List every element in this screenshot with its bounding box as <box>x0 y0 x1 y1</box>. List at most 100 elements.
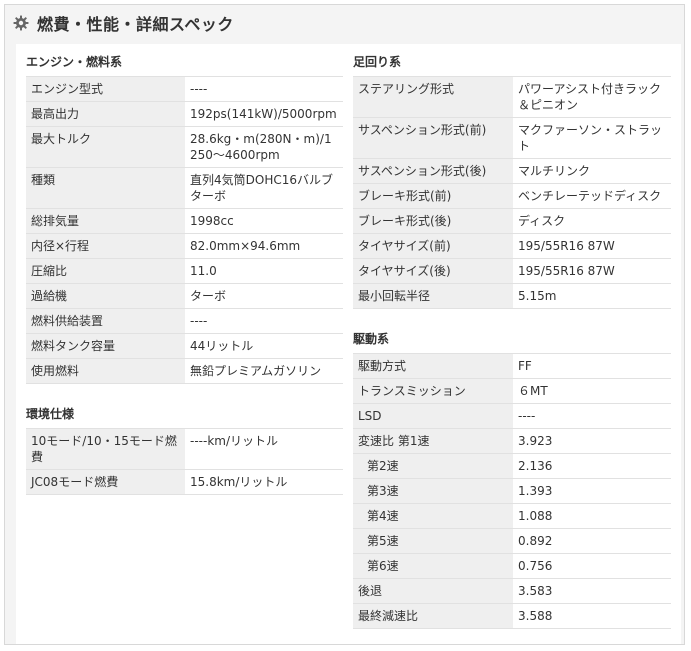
section-title-environment: 環境仕様 <box>26 407 75 421</box>
spec-frame: 燃費・性能・詳細スペック エンジン・燃料系 エンジン型式 ---- 最高出力 192p… <box>4 4 685 645</box>
spec-row: 後退 3.583 <box>353 578 671 604</box>
section-title-engine: エンジン・燃料系 <box>26 55 123 69</box>
spec-row: タイヤサイズ(後) 195/55R16 87W <box>353 258 671 284</box>
spec-value: 1.393 <box>513 478 671 504</box>
spec-panel: エンジン・燃料系 エンジン型式 ---- 最高出力 192ps(141kW)/5000… <box>16 44 681 644</box>
spec-value: 3.923 <box>513 428 671 454</box>
spec-row: サスペンション形式(前) マクファーソン・ストラット <box>353 117 671 159</box>
spec-row: ブレーキ形式(前) ベンチレーテッドディスク <box>353 183 671 209</box>
spec-row: 燃料供給装置 ---- <box>26 308 343 334</box>
spec-label: LSD <box>353 403 513 429</box>
spec-row: 10モード/10・15モード燃費 ----km/リットル <box>26 428 343 470</box>
drivetrain-table: 駆動方式 FF トランスミッション ６MT LSD ---- 変速比 第1速 3.923 第2速… <box>353 353 671 629</box>
spec-value: ---- <box>513 403 671 429</box>
spec-row: 使用燃料 無鉛プレミアムガソリン <box>26 358 343 384</box>
spec-row: 過給機 ターボ <box>26 283 343 309</box>
spec-row: ステアリング形式 パワーアシスト付きラック＆ピニオン <box>353 76 671 118</box>
spec-row: 第6速 0.756 <box>353 553 671 579</box>
spec-value: FF <box>513 353 671 379</box>
spec-label: 変速比 第1速 <box>353 428 513 454</box>
spec-label: 内径×行程 <box>26 233 185 259</box>
right-column: 足回り系 ステアリング形式 パワーアシスト付きラック＆ピニオン サスペンション形式(… <box>353 44 671 629</box>
spec-label: 過給機 <box>26 283 185 309</box>
spec-label: 第3速 <box>353 478 513 504</box>
section-title-suspension: 足回り系 <box>353 55 402 69</box>
spec-value: ---- <box>185 76 343 102</box>
spec-label: 駆動方式 <box>353 353 513 379</box>
spec-value: 15.8km/リットル <box>185 469 343 495</box>
spec-label: 圧縮比 <box>26 258 185 284</box>
spec-row: JC08モード燃費 15.8km/リットル <box>26 469 343 495</box>
spec-value: 無鉛プレミアムガソリン <box>185 358 343 384</box>
spec-label: 燃料タンク容量 <box>26 333 185 359</box>
spec-label: 最高出力 <box>26 101 185 127</box>
spec-label: 最終減速比 <box>353 603 513 629</box>
environment-table: 10モード/10・15モード燃費 ----km/リットル JC08モード燃費 15.8… <box>26 428 343 495</box>
header: 燃費・性能・詳細スペック <box>5 5 684 41</box>
spec-label: 第4速 <box>353 503 513 529</box>
spec-row: 総排気量 1998cc <box>26 208 343 234</box>
spec-label: ステアリング形式 <box>353 76 513 118</box>
spec-label: トランスミッション <box>353 378 513 404</box>
spec-row: 燃料タンク容量 44リットル <box>26 333 343 359</box>
spec-row: サスペンション形式(後) マルチリンク <box>353 158 671 184</box>
spec-label: JC08モード燃費 <box>26 469 185 495</box>
left-column: エンジン・燃料系 エンジン型式 ---- 最高出力 192ps(141kW)/5000… <box>26 44 343 495</box>
spec-label: 最小回転半径 <box>353 283 513 309</box>
spec-row: 第5速 0.892 <box>353 528 671 554</box>
spec-row: ブレーキ形式(後) ディスク <box>353 208 671 234</box>
spec-row: 変速比 第1速 3.923 <box>353 428 671 454</box>
spec-value: 5.15m <box>513 283 671 309</box>
spec-value: 44リットル <box>185 333 343 359</box>
spec-row: 内径×行程 82.0mm×94.6mm <box>26 233 343 259</box>
spec-value: パワーアシスト付きラック＆ピニオン <box>513 76 671 118</box>
spec-value: ディスク <box>513 208 671 234</box>
spec-label: サスペンション形式(後) <box>353 158 513 184</box>
spec-label: タイヤサイズ(後) <box>353 258 513 284</box>
spec-value: ６MT <box>513 378 671 404</box>
spec-value: ベンチレーテッドディスク <box>513 183 671 209</box>
spec-label: 使用燃料 <box>26 358 185 384</box>
spec-label: 最大トルク <box>26 126 185 168</box>
spec-row: 第2速 2.136 <box>353 453 671 479</box>
spec-row: エンジン型式 ---- <box>26 76 343 102</box>
spec-value: ---- <box>185 308 343 334</box>
spec-value: 0.756 <box>513 553 671 579</box>
spec-row: 圧縮比 11.0 <box>26 258 343 284</box>
spec-value: 1998cc <box>185 208 343 234</box>
spec-value: 195/55R16 87W <box>513 258 671 284</box>
spec-label: 10モード/10・15モード燃費 <box>26 428 185 470</box>
spec-row: 最終減速比 3.588 <box>353 603 671 629</box>
gear-icon <box>13 15 29 31</box>
spec-value: 3.583 <box>513 578 671 604</box>
spec-label: 第6速 <box>353 553 513 579</box>
spec-value: 82.0mm×94.6mm <box>185 233 343 259</box>
spec-row: 種類 直列4気筒DOHC16バルブターボ <box>26 167 343 209</box>
spec-label: エンジン型式 <box>26 76 185 102</box>
spec-label: 第2速 <box>353 453 513 479</box>
spec-label: 第5速 <box>353 528 513 554</box>
spec-value: 11.0 <box>185 258 343 284</box>
spec-label: ブレーキ形式(前) <box>353 183 513 209</box>
spec-row: 最高出力 192ps(141kW)/5000rpm <box>26 101 343 127</box>
spec-row: タイヤサイズ(前) 195/55R16 87W <box>353 233 671 259</box>
spec-label: ブレーキ形式(後) <box>353 208 513 234</box>
section-title-drivetrain: 駆動系 <box>353 332 390 346</box>
spec-value: 1.088 <box>513 503 671 529</box>
spec-row: 第4速 1.088 <box>353 503 671 529</box>
spec-label: 後退 <box>353 578 513 604</box>
engine-table: エンジン型式 ---- 最高出力 192ps(141kW)/5000rpm 最大トルク 2… <box>26 76 343 384</box>
spec-value: ターボ <box>185 283 343 309</box>
spec-value: 3.588 <box>513 603 671 629</box>
suspension-table: ステアリング形式 パワーアシスト付きラック＆ピニオン サスペンション形式(前) マクフ… <box>353 76 671 309</box>
spec-value: ----km/リットル <box>185 428 343 470</box>
spec-value: マクファーソン・ストラット <box>513 117 671 159</box>
spec-value: 直列4気筒DOHC16バルブターボ <box>185 167 343 209</box>
spec-label: 種類 <box>26 167 185 209</box>
spec-row: 最小回転半径 5.15m <box>353 283 671 309</box>
spec-value: 28.6kg・m(280N・m)/1250～4600rpm <box>185 126 343 168</box>
spec-value: 195/55R16 87W <box>513 233 671 259</box>
page-title: 燃費・性能・詳細スペック <box>37 15 234 34</box>
spec-row: トランスミッション ６MT <box>353 378 671 404</box>
spec-value: マルチリンク <box>513 158 671 184</box>
